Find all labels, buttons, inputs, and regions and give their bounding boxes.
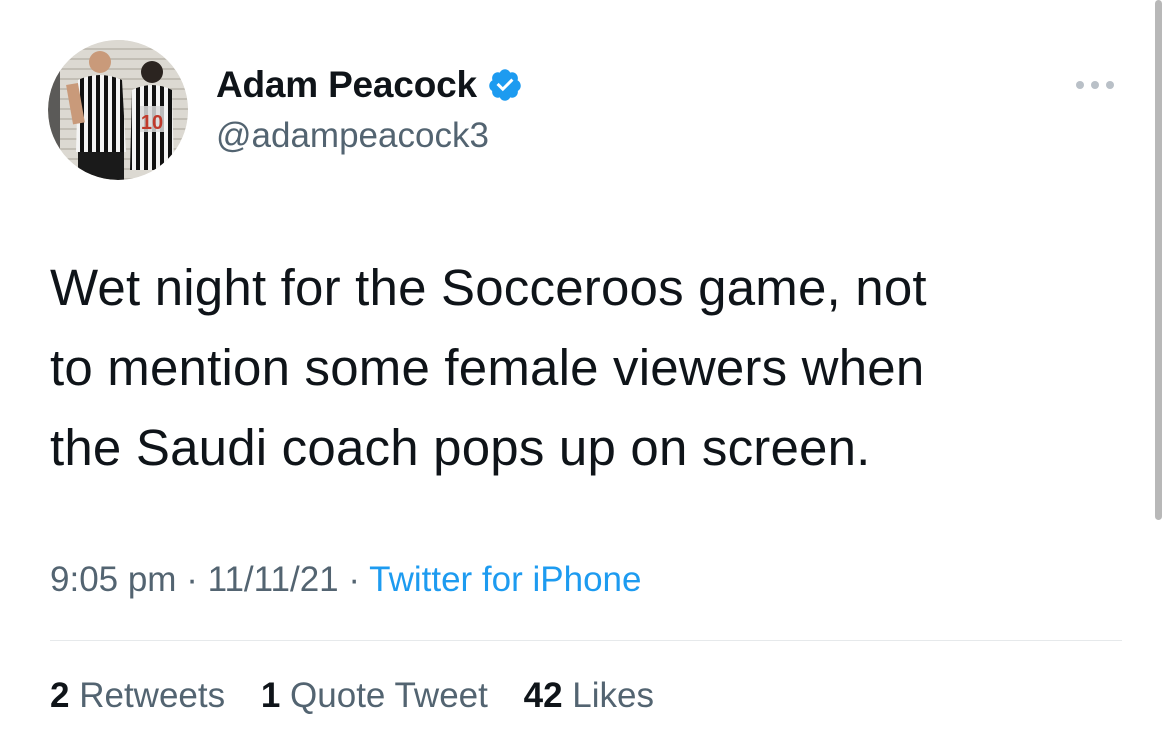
- quote-tweets-count: 1: [260, 676, 281, 715]
- meta-separator: ·: [348, 560, 361, 599]
- author-handle[interactable]: @adampeacock3: [216, 116, 489, 156]
- quote-tweets-label: Quote Tweet: [290, 676, 488, 715]
- tweet-text: Wet night for the Socceroos game, not to…: [50, 248, 1130, 488]
- retweets-stat[interactable]: 2 Retweets: [50, 676, 225, 715]
- tweet-meta: 9:05 pm · 11/11/21 · Twitter for iPhone: [50, 560, 641, 600]
- tweet-date[interactable]: 11/11/21: [208, 560, 339, 599]
- quote-tweets-stat[interactable]: 1 Quote Tweet: [261, 676, 488, 715]
- svg-text:10: 10: [141, 112, 163, 134]
- tweet-text-line: to mention some female viewers when: [50, 339, 925, 396]
- retweets-label: Retweets: [79, 676, 226, 715]
- author-name[interactable]: Adam Peacock: [216, 64, 477, 106]
- avatar[interactable]: 10: [48, 40, 188, 180]
- tweet-card: 10 Adam Peacock @adampeacock3 Wet night …: [0, 0, 1170, 753]
- meta-separator: ·: [186, 560, 198, 599]
- retweets-count: 2: [50, 676, 70, 715]
- likes-label: Likes: [572, 676, 654, 715]
- likes-stat[interactable]: 42 Likes: [524, 676, 654, 715]
- tweet-source-link[interactable]: Twitter for iPhone: [369, 560, 641, 599]
- tweet-text-line: the Saudi coach pops up on screen.: [50, 419, 871, 476]
- author-name-row[interactable]: Adam Peacock: [216, 62, 523, 108]
- more-options-icon[interactable]: [1070, 75, 1120, 95]
- tweet-text-line: Wet night for the Socceroos game, not: [50, 259, 927, 316]
- tweet-stats: 2 Retweets 1 Quote Tweet 42 Likes: [50, 676, 680, 716]
- tweet-time[interactable]: 9:05 pm: [50, 560, 176, 599]
- avatar-photo: 10: [48, 40, 188, 180]
- divider: [50, 640, 1122, 641]
- scrollbar[interactable]: [1155, 0, 1162, 520]
- verified-badge-icon: [487, 67, 523, 103]
- likes-count: 42: [523, 676, 563, 715]
